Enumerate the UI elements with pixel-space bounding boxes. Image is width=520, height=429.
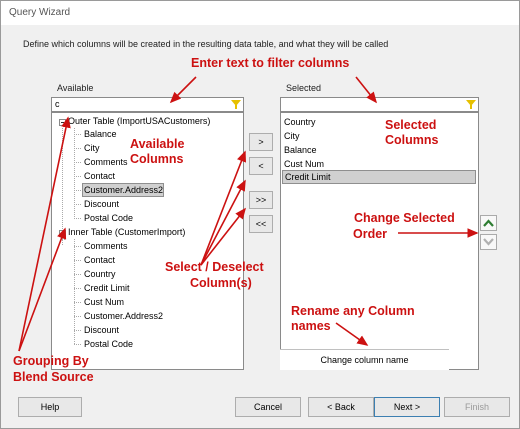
annotation-rename-2: names (291, 319, 331, 333)
annotation-filter: Enter text to filter columns (191, 56, 350, 70)
annotation-grouping-1: Grouping By (13, 354, 89, 368)
annotation-rename-1: Rename any Column (291, 304, 415, 318)
annotation-select-1: Select / Deselect (165, 260, 264, 274)
annotation-order-1: Change Selected (354, 211, 455, 225)
annotation-available-2: Columns (130, 152, 184, 166)
annotation-order-2: Order (353, 227, 388, 241)
annotation-available-1: Available (130, 137, 185, 151)
annotation-selected-1: Selected (385, 118, 437, 132)
annotation-selected-2: Columns (385, 133, 439, 147)
annotation-select-2: Column(s) (190, 276, 252, 290)
annotation-grouping-2: Blend Source (13, 370, 94, 384)
query-wizard-window: Query Wizard Define which columns will b… (0, 0, 520, 429)
